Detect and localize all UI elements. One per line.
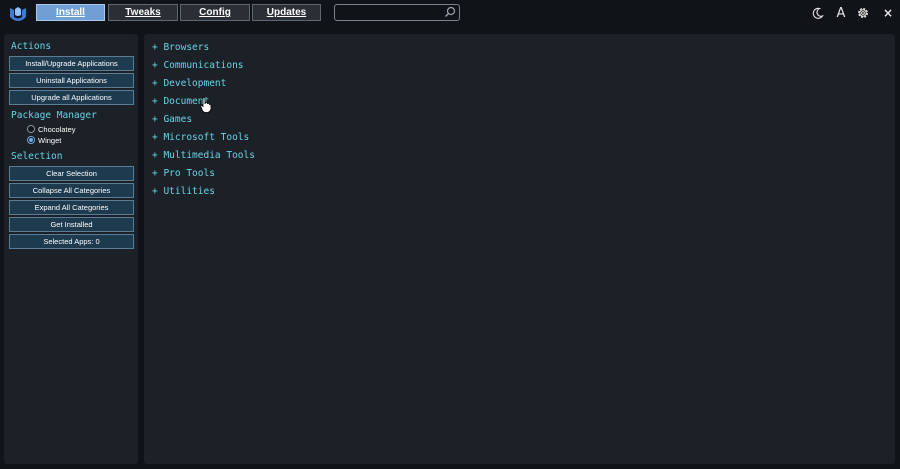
- hand-cursor-icon: [200, 97, 212, 113]
- category-communications[interactable]: + Communications: [152, 60, 244, 71]
- search-input[interactable]: [337, 6, 441, 19]
- radio-label: Winget: [38, 135, 62, 145]
- actions-title: Actions: [11, 41, 52, 52]
- close-icon[interactable]: ×: [880, 5, 896, 21]
- radio-button-selected[interactable]: [27, 136, 35, 144]
- category-microsoft-tools[interactable]: + Microsoft Tools: [152, 132, 249, 143]
- category-pro-tools[interactable]: + Pro Tools: [152, 168, 215, 179]
- install-upgrade-button[interactable]: Install/Upgrade Applications: [9, 56, 134, 71]
- tab-updates[interactable]: Updates: [252, 4, 321, 21]
- radio-chocolatey[interactable]: Chocolatey: [27, 124, 76, 134]
- category-multimedia-tools[interactable]: + Multimedia Tools: [152, 150, 255, 161]
- sidebar: Actions Install/Upgrade Applications Uni…: [4, 34, 138, 464]
- tab-config[interactable]: Config: [180, 4, 250, 21]
- tab-install[interactable]: Install: [36, 4, 105, 21]
- search-box[interactable]: [334, 4, 460, 21]
- app-category-panel: + Browsers + Communications + Developmen…: [144, 34, 895, 464]
- category-development[interactable]: + Development: [152, 78, 226, 89]
- radio-label: Chocolatey: [38, 124, 76, 134]
- expand-all-button[interactable]: Expand All Categories: [9, 200, 134, 215]
- radio-winget[interactable]: Winget: [27, 135, 61, 145]
- moon-icon[interactable]: [809, 5, 825, 21]
- package-manager-title: Package Manager: [11, 110, 97, 121]
- radio-button[interactable]: [27, 125, 35, 133]
- tab-tweaks[interactable]: Tweaks: [108, 4, 178, 21]
- font-size-icon[interactable]: A: [833, 5, 849, 21]
- category-browsers[interactable]: + Browsers: [152, 42, 209, 53]
- selected-apps-button[interactable]: Selected Apps: 0: [9, 234, 134, 249]
- winutil-logo-icon[interactable]: [8, 5, 28, 25]
- clear-selection-button[interactable]: Clear Selection: [9, 166, 134, 181]
- get-installed-button[interactable]: Get Installed: [9, 217, 134, 232]
- gear-icon[interactable]: [855, 5, 871, 21]
- upgrade-all-button[interactable]: Upgrade all Applications: [9, 90, 134, 105]
- category-utilities[interactable]: + Utilities: [152, 186, 215, 197]
- category-games[interactable]: + Games: [152, 114, 192, 125]
- collapse-all-button[interactable]: Collapse All Categories: [9, 183, 134, 198]
- selection-title: Selection: [11, 151, 63, 162]
- search-icon[interactable]: [444, 6, 456, 18]
- uninstall-button[interactable]: Uninstall Applications: [9, 73, 134, 88]
- top-bar: Install Tweaks Config Updates A ×: [0, 0, 900, 28]
